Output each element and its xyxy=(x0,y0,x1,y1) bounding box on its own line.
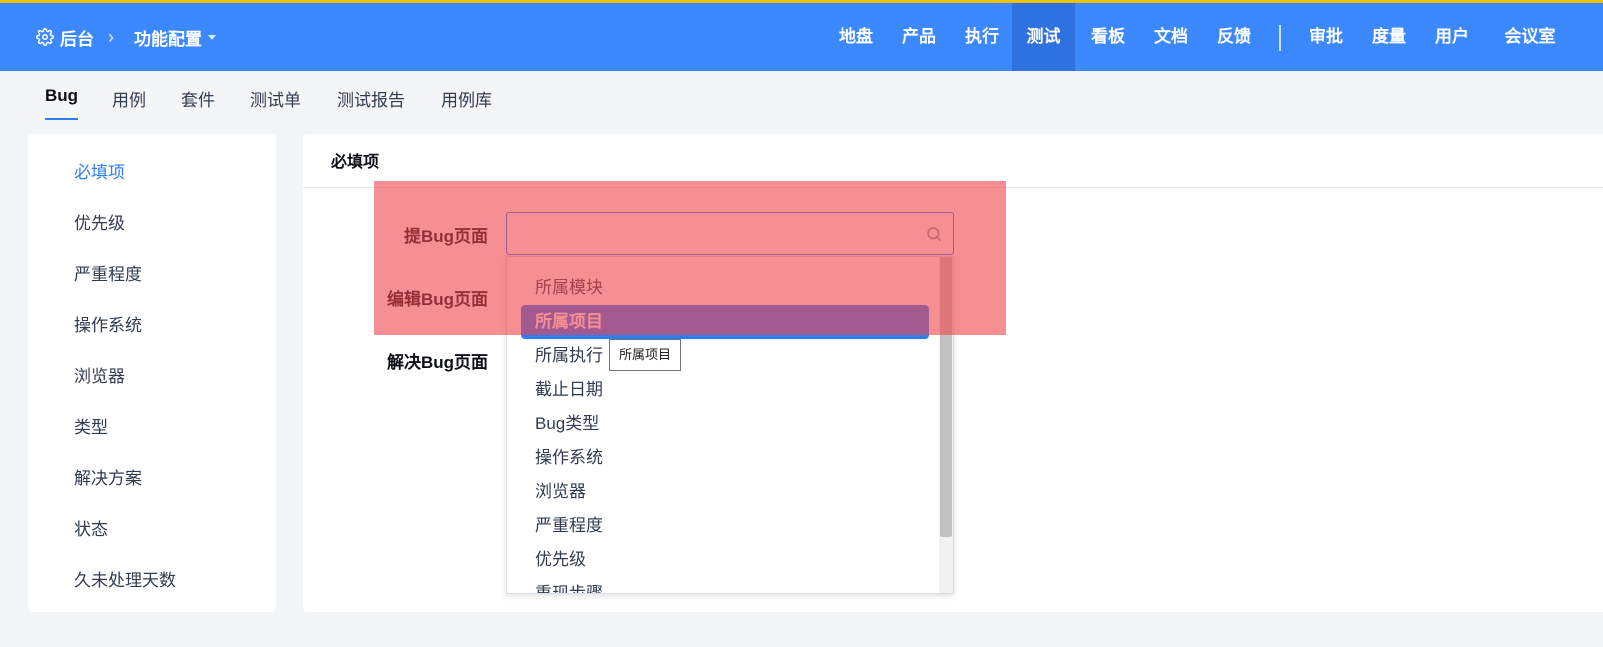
option-browser[interactable]: 浏览器 xyxy=(521,475,929,509)
option-project[interactable]: 所属项目 xyxy=(521,305,929,339)
option-severity[interactable]: 严重程度 xyxy=(521,509,929,543)
nav-item-feedback[interactable]: 反馈 xyxy=(1206,3,1262,71)
sidebar-item-os[interactable]: 操作系统 xyxy=(74,311,142,336)
sidebar-item-status[interactable]: 状态 xyxy=(74,515,108,540)
dropdown-scrollbar[interactable] xyxy=(939,257,953,593)
breadcrumb-home[interactable]: 后台 xyxy=(36,3,94,71)
scrollbar-thumb[interactable] xyxy=(940,257,952,537)
option-deadline[interactable]: 截止日期 xyxy=(521,373,929,407)
sidebar-item-severity[interactable]: 严重程度 xyxy=(74,260,142,285)
option-os[interactable]: 操作系统 xyxy=(521,441,929,475)
subtab-testreport[interactable]: 测试报告 xyxy=(337,86,405,120)
nav-item-doc[interactable]: 文档 xyxy=(1143,3,1199,71)
sidebar-item-type[interactable]: 类型 xyxy=(74,413,108,438)
nav-item-approval[interactable]: 审批 xyxy=(1298,3,1354,71)
nav-item-meeting-room[interactable]: 会议室 xyxy=(1494,3,1566,71)
sidebar-item-longlife-days[interactable]: 久未处理天数 xyxy=(74,566,176,591)
breadcrumb-current[interactable]: 功能配置 xyxy=(134,3,216,71)
gear-icon xyxy=(36,28,54,46)
nav-divider xyxy=(1279,25,1281,51)
label-edit-bug: 编辑Bug页面 xyxy=(386,290,488,309)
nav-item-kanban[interactable]: 看板 xyxy=(1080,3,1136,71)
option-module[interactable]: 所属模块 xyxy=(521,271,929,305)
option-priority[interactable]: 优先级 xyxy=(521,543,929,577)
sidebar-item-browser[interactable]: 浏览器 xyxy=(74,362,125,387)
label-create-bug: 提Bug页面 xyxy=(403,227,488,246)
nav-item-execution[interactable]: 执行 xyxy=(954,3,1010,71)
subtab-caselib[interactable]: 用例库 xyxy=(441,86,492,120)
search-input[interactable] xyxy=(507,213,927,253)
sidebar-item-required[interactable]: 必填项 xyxy=(74,158,125,183)
nav-item-dashboard[interactable]: 地盘 xyxy=(828,3,884,71)
top-nav-bar: 后台 › 功能配置 地盘 产品 执行 测试 看板 文档 反馈 审批 度量 用户 … xyxy=(0,0,1603,71)
breadcrumb-separator: › xyxy=(108,26,114,47)
option-execution[interactable]: 所属执行 xyxy=(521,339,929,373)
field-picker-search[interactable] xyxy=(506,212,954,255)
subtab-bug[interactable]: Bug xyxy=(45,86,79,120)
nav-item-users[interactable]: 用户 xyxy=(1424,3,1480,71)
nav-item-metrics[interactable]: 度量 xyxy=(1361,3,1417,71)
divider xyxy=(303,187,1603,188)
option-bug-type[interactable]: Bug类型 xyxy=(521,407,929,441)
subtab-case[interactable]: 用例 xyxy=(112,86,146,120)
breadcrumb-current-label: 功能配置 xyxy=(134,29,202,49)
field-picker-dropdown: 所属模块 所属项目 所属执行 截止日期 Bug类型 操作系统 浏览器 严重程度 … xyxy=(506,256,954,594)
option-steps[interactable]: 重现步骤 xyxy=(521,577,929,593)
label-resolve-bug: 解决Bug页面 xyxy=(386,353,488,372)
settings-sidebar: 必填项 优先级 严重程度 操作系统 浏览器 类型 解决方案 状态 久未处理天数 xyxy=(28,134,276,612)
breadcrumb-home-label: 后台 xyxy=(60,29,94,49)
subtab-suite[interactable]: 套件 xyxy=(181,86,215,120)
nav-item-test[interactable]: 测试 xyxy=(1012,3,1075,71)
subtab-testtask[interactable]: 测试单 xyxy=(250,86,301,120)
page-title: 必填项 xyxy=(331,154,380,171)
chevron-down-icon xyxy=(208,34,216,40)
nav-item-product[interactable]: 产品 xyxy=(891,3,947,71)
sidebar-item-resolution[interactable]: 解决方案 xyxy=(74,464,142,489)
sidebar-item-priority[interactable]: 优先级 xyxy=(74,209,125,234)
search-icon[interactable] xyxy=(925,225,943,243)
option-tooltip: 所属项目 xyxy=(609,339,682,371)
